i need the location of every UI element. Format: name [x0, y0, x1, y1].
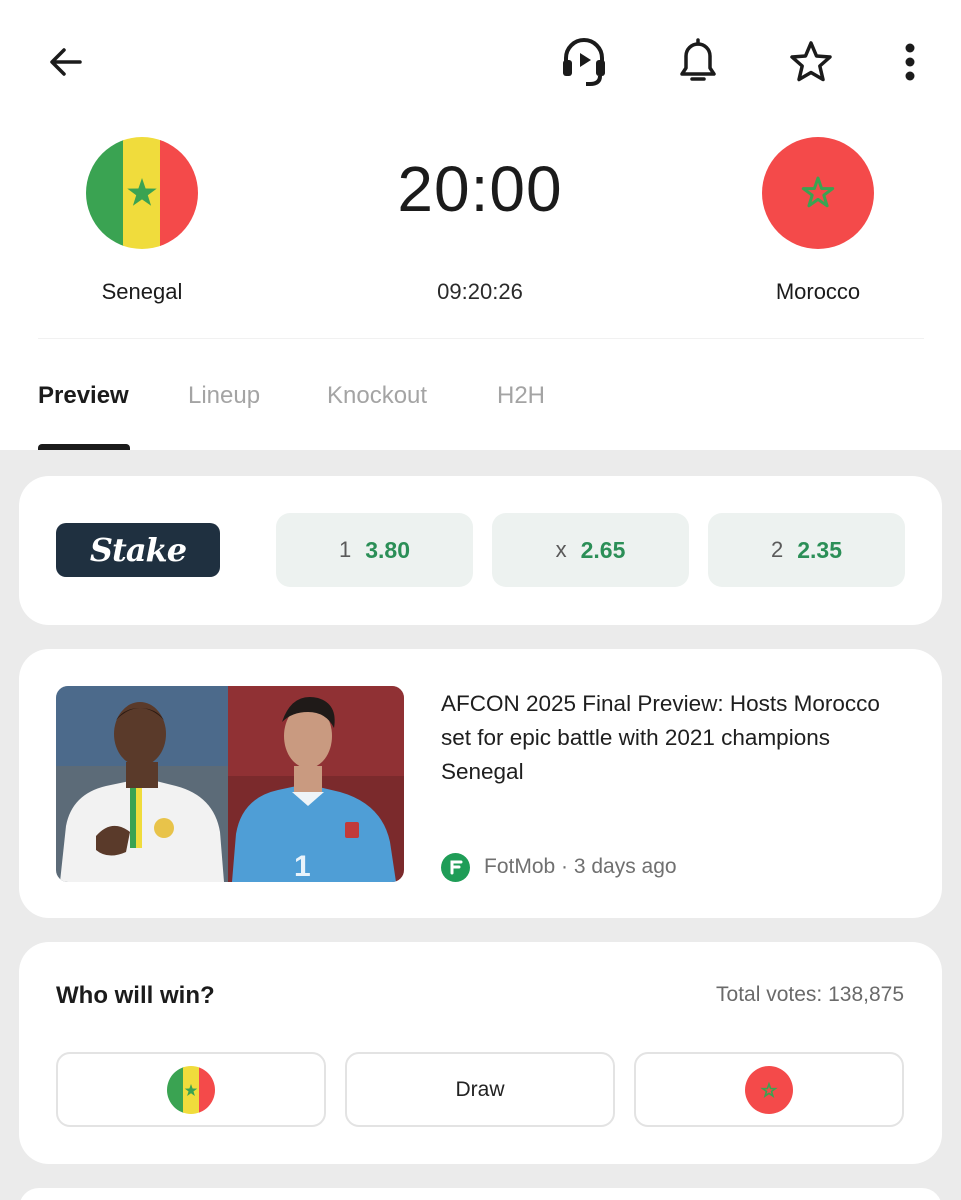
odds-home-value: 3.80 [365, 536, 410, 563]
odds-card: Stake 1 3.80 x 2.65 2 2.35 [19, 476, 942, 625]
match-header: Senegal 20:00 09:20:26 Morocco Preview L… [0, 0, 961, 450]
poll-card: Who will win? Total votes: 138,875 Draw [19, 942, 942, 1164]
vote-away-button[interactable] [634, 1052, 904, 1127]
odds-draw-value: 2.65 [580, 536, 626, 563]
tab-h2h[interactable]: H2H [497, 382, 545, 410]
news-source-text: FotMob · 3 days ago [484, 855, 677, 878]
poll-total-votes: Total votes: 138,875 [716, 983, 904, 1006]
home-team-name[interactable]: Senegal [42, 279, 242, 305]
odds-draw-button[interactable]: x 2.65 [492, 513, 689, 587]
headset-play-icon [563, 38, 605, 86]
odds-draw-label: x [555, 537, 567, 562]
active-tab-indicator [38, 444, 130, 450]
notifications-button[interactable] [670, 34, 726, 90]
vote-draw-button[interactable]: Draw [345, 1052, 615, 1127]
bookmaker-logo[interactable]: Stake [56, 523, 220, 577]
kickoff-time: 20:00 [397, 153, 563, 225]
tab-preview[interactable]: Preview [38, 382, 129, 410]
odds-away-label: 2 [770, 537, 784, 562]
odds-home-button[interactable]: 1 3.80 [276, 513, 473, 587]
odds-away-button[interactable]: 2 2.35 [708, 513, 905, 587]
tab-lineup[interactable]: Lineup [188, 382, 260, 410]
back-button[interactable] [38, 34, 94, 90]
away-team-flag[interactable] [762, 137, 874, 249]
news-source: FotMob · 3 days ago [441, 852, 677, 882]
vote-home-button[interactable] [56, 1052, 326, 1127]
news-card[interactable]: 1 AFCON 2025 Final Preview: Hosts Morocc… [19, 649, 942, 918]
bell-icon [680, 38, 716, 81]
more-vertical-icon [905, 43, 915, 81]
favorite-button[interactable] [783, 34, 839, 90]
next-card [19, 1188, 942, 1200]
header-divider [38, 338, 924, 339]
more-button[interactable] [882, 34, 938, 90]
news-title[interactable]: AFCON 2025 Final Preview: Hosts Morocco … [441, 687, 911, 789]
morocco-flag-icon [745, 1065, 793, 1114]
odds-home-label: 1 [338, 537, 352, 562]
fotmob-logo-icon [441, 852, 470, 882]
senegal-flag-icon [167, 1065, 215, 1114]
countdown: 09:20:26 [437, 279, 523, 304]
poll-title: Who will win? [56, 982, 215, 1009]
vote-draw-label: Draw [455, 1077, 505, 1101]
tab-knockout[interactable]: Knockout [327, 382, 427, 410]
audio-commentary-button[interactable] [556, 34, 612, 90]
svg-text:1: 1 [294, 850, 311, 882]
away-team-name[interactable]: Morocco [718, 279, 918, 305]
star-icon [790, 41, 832, 82]
news-thumbnail[interactable]: 1 [56, 686, 404, 882]
odds-away-value: 2.35 [797, 536, 842, 563]
home-team-flag[interactable] [86, 137, 198, 249]
arrow-left-icon [50, 48, 82, 76]
